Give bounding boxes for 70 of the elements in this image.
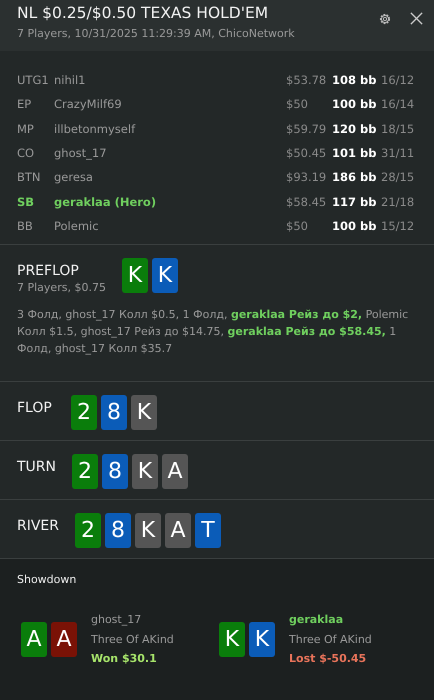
player-bb: 108 bb [332, 73, 378, 88]
player-name: geraklaa (Hero) [54, 194, 158, 209]
playing-card: K [132, 454, 158, 490]
player-stats: 28/15 [381, 170, 414, 184]
hand-rank: Three Of AKind [289, 632, 372, 648]
hand-result: Won $30.1 [91, 651, 158, 668]
playing-card: 2 [72, 454, 98, 490]
showdown-player: geraklaa [289, 612, 344, 628]
street-name: FLOP [17, 400, 53, 416]
close-icon[interactable] [409, 11, 424, 26]
playing-card: K [249, 622, 275, 657]
hand-title: NL $0.25/$0.50 TEXAS HOLD'EM [17, 3, 270, 24]
settings-icon[interactable] [378, 12, 392, 26]
playing-card: A [51, 622, 77, 657]
playing-card: T [195, 513, 222, 548]
player-name: illbetonmyself [54, 122, 136, 136]
player-stack: $50 [286, 218, 309, 233]
street-name: TURN [17, 459, 56, 476]
player-stats: 16/14 [381, 97, 414, 112]
playing-card: K [135, 513, 162, 548]
player-bb: 120 bb [332, 122, 378, 136]
player-name: CrazyMilf69 [54, 97, 123, 112]
player-name: nihil1 [54, 73, 86, 88]
player-stack: $59.79 [286, 122, 328, 136]
showdown-title: Showdown [17, 573, 78, 586]
player-stats: 18/15 [381, 122, 414, 136]
player-position: UTG1 [17, 73, 50, 88]
player-bb: 100 bb [332, 97, 378, 112]
player-stats: 31/11 [381, 146, 414, 160]
player-stack: $53.78 [286, 73, 328, 88]
player-position: CO [17, 146, 36, 160]
player-position: BB [17, 218, 34, 233]
playing-card: A [165, 513, 192, 548]
playing-card: K [122, 258, 148, 294]
playing-card: K [152, 258, 178, 294]
player-bb: 100 bb [332, 218, 378, 233]
playing-card: A [21, 622, 47, 657]
playing-card: K [219, 622, 245, 657]
player-stats: 21/18 [381, 194, 414, 209]
player-position: SB [17, 194, 36, 209]
player-bb: 186 bb [332, 170, 378, 184]
hand-result: Lost $-50.45 [289, 651, 368, 668]
player-position: EP [17, 97, 32, 112]
player-position: MP [17, 122, 35, 136]
playing-card: 2 [71, 395, 97, 430]
player-bb: 101 bb [332, 146, 378, 160]
street-name: PREFLOP [17, 263, 80, 280]
player-stats: 16/12 [381, 73, 414, 88]
playing-card: 8 [102, 454, 128, 490]
playing-card: 8 [101, 395, 127, 430]
player-stack: $58.45 [286, 194, 328, 209]
hand-rank: Three Of AKind [91, 632, 174, 648]
player-stack: $93.19 [286, 170, 328, 184]
player-name: Polemic [54, 218, 100, 233]
action-log: 3 Фолд, ghost_17 Колл $0.5, 1 Фолд, geraklaa Рейз до $2, Polemic Колл $1.5, ghost_17 Рейз до $14.75, geraklaa Рейз до $58.45, 1 Фолд, ghost_17 Колл $35.7 [17, 307, 410, 358]
player-name: geresa [54, 170, 94, 184]
player-stack: $50.45 [286, 146, 328, 160]
player-bb: 117 bb [332, 194, 378, 209]
playing-card: 2 [75, 513, 102, 548]
player-position: BTN [17, 170, 42, 184]
playing-card: K [131, 395, 157, 430]
hand-subtitle: 7 Players, 10/31/2025 11:29:39 AM, ChicoNetwork [17, 27, 296, 40]
player-stats: 15/12 [381, 218, 414, 233]
street-name: RIVER [17, 518, 60, 534]
playing-card: A [162, 454, 188, 490]
playing-card: 8 [105, 513, 132, 548]
street-info: 7 Players, $0.75 [17, 281, 106, 294]
player-name: ghost_17 [54, 146, 108, 160]
player-stack: $50 [286, 97, 309, 112]
showdown-player: ghost_17 [91, 612, 142, 628]
